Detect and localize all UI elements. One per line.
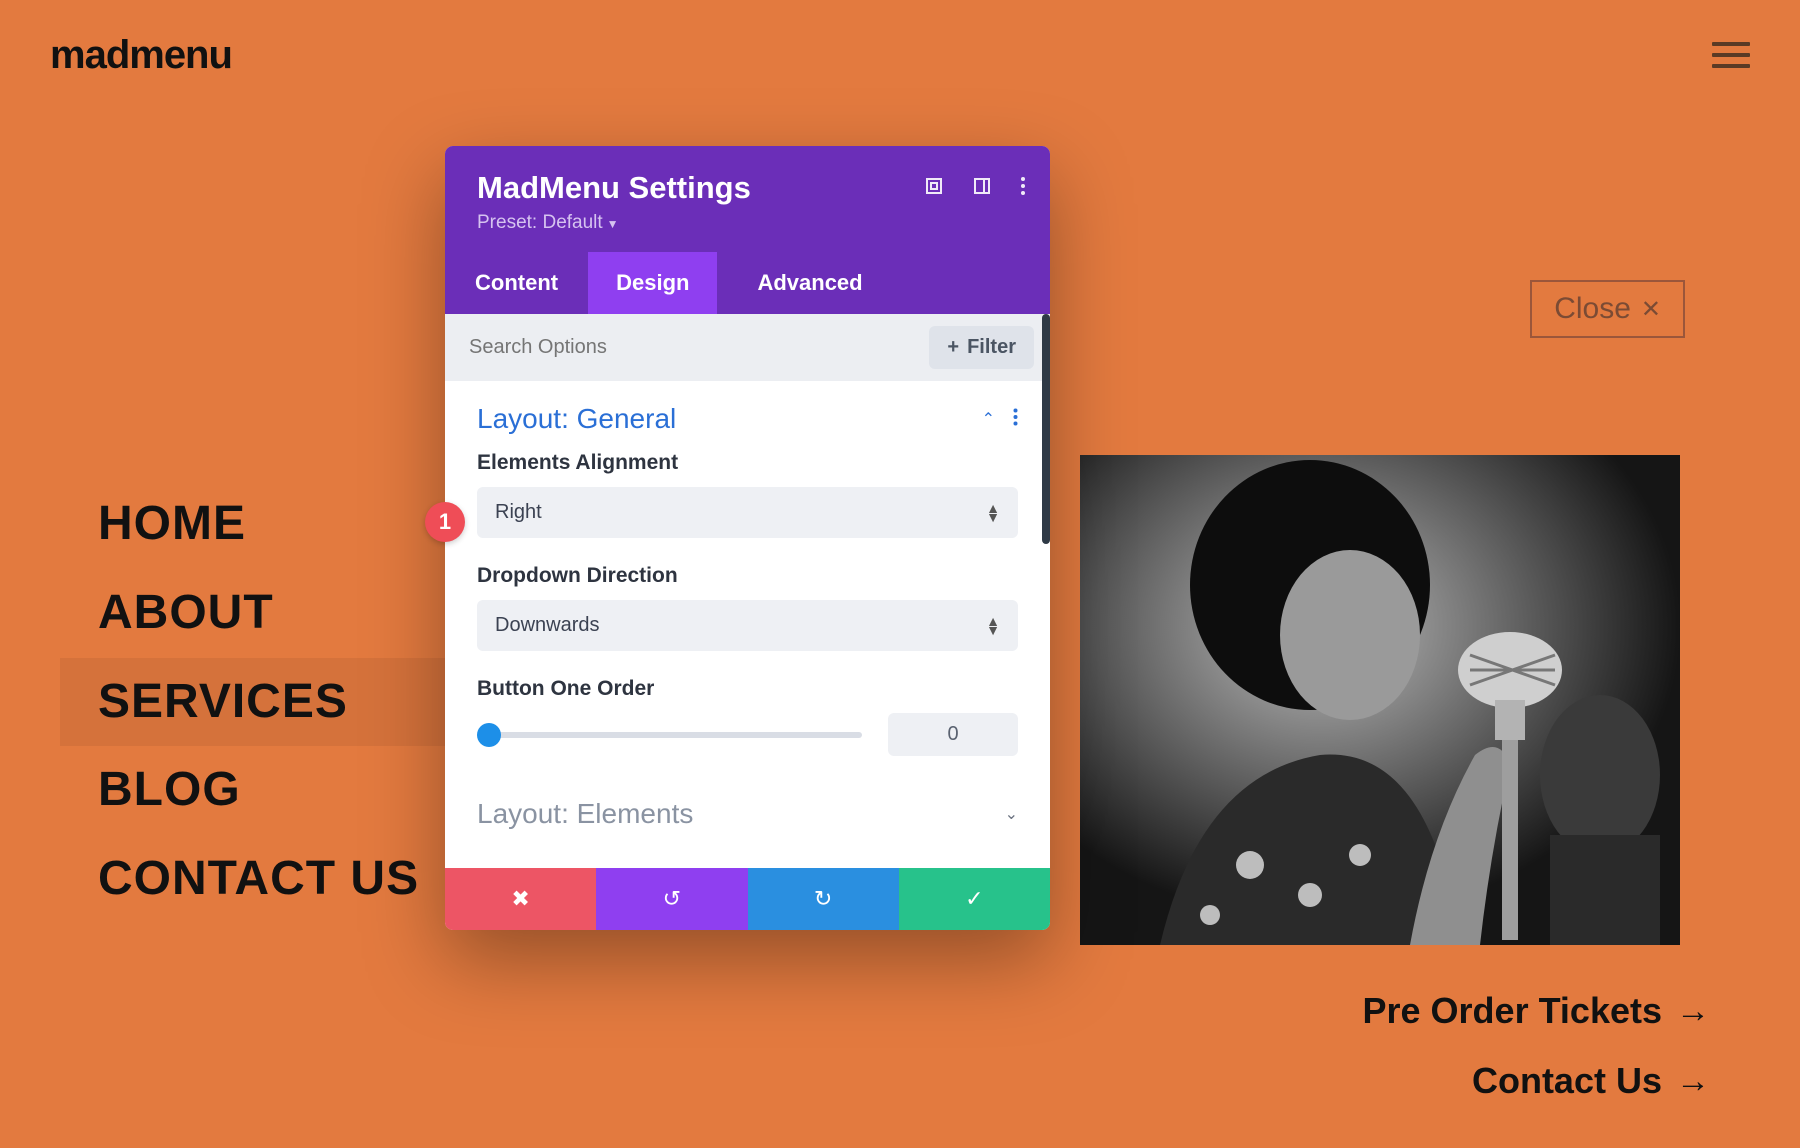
nav-item-contact[interactable]: CONTACT US xyxy=(60,835,457,924)
label-dropdown-direction: Dropdown Direction xyxy=(477,564,1018,588)
scrollbar[interactable] xyxy=(1042,314,1050,544)
section-layout-general[interactable]: Layout: General xyxy=(477,403,676,435)
nav-item-blog[interactable]: BLOG xyxy=(60,746,457,835)
modal-body: + Filter Layout: General ⌃ Elements Alig… xyxy=(445,314,1050,868)
preset-selector[interactable]: Preset: Default▼ xyxy=(477,212,1018,234)
chevron-down-icon[interactable]: ⌄ xyxy=(1005,804,1018,824)
tab-content[interactable]: Content xyxy=(445,252,588,314)
hero-photo xyxy=(1080,455,1680,945)
link-pre-order[interactable]: Pre Order Tickets → xyxy=(1363,990,1711,1032)
link-contact-us[interactable]: Contact Us → xyxy=(1472,1060,1710,1102)
select-dropdown-direction[interactable]: Downwards ▲▼ xyxy=(477,600,1018,651)
annotation-badge-1: 1 xyxy=(425,502,465,542)
tab-advanced[interactable]: Advanced xyxy=(717,252,902,314)
cta-links: Pre Order Tickets → Contact Us → xyxy=(1363,990,1711,1102)
nav-item-about[interactable]: ABOUT xyxy=(60,569,457,658)
save-button[interactable]: ✓ xyxy=(899,868,1050,930)
expand-icon[interactable] xyxy=(924,176,944,196)
plus-icon: + xyxy=(947,336,959,359)
undo-icon: ↺ xyxy=(663,886,681,912)
more-icon[interactable] xyxy=(1020,176,1026,196)
redo-icon: ↻ xyxy=(814,886,832,912)
check-icon: ✓ xyxy=(965,886,983,912)
redo-button[interactable]: ↻ xyxy=(748,868,899,930)
chevron-up-icon[interactable]: ⌃ xyxy=(982,409,995,429)
hamburger-menu-icon[interactable] xyxy=(1712,42,1750,68)
label-button-one-order: Button One Order xyxy=(477,677,1018,701)
undo-button[interactable]: ↺ xyxy=(596,868,747,930)
search-input[interactable] xyxy=(461,328,919,367)
cancel-button[interactable]: ✖ xyxy=(445,868,596,930)
modal-header: MadMenu Settings Preset: Default▼ xyxy=(445,146,1050,252)
sort-icon: ▲▼ xyxy=(986,504,1000,521)
settings-modal: MadMenu Settings Preset: Default▼ Conten… xyxy=(445,146,1050,930)
arrow-right-icon: → xyxy=(1676,992,1710,1031)
slider-button-order[interactable] xyxy=(477,732,862,738)
panel-icon[interactable] xyxy=(972,176,992,196)
nav-item-home[interactable]: HOME xyxy=(60,480,457,569)
sort-icon: ▲▼ xyxy=(986,617,1000,634)
slider-value-input[interactable]: 0 xyxy=(888,713,1018,756)
close-icon: ✖ xyxy=(511,886,529,912)
nav-item-services[interactable]: SERVICES xyxy=(60,658,457,747)
close-label: Close xyxy=(1554,292,1631,326)
filter-button[interactable]: + Filter xyxy=(929,326,1034,369)
tab-design[interactable]: Design xyxy=(588,252,717,314)
brand-logo[interactable]: madmenu xyxy=(50,33,232,78)
caret-down-icon: ▼ xyxy=(607,217,619,231)
main-nav: HOME ABOUT SERVICES BLOG CONTACT US xyxy=(60,480,457,924)
label-elements-alignment: Elements Alignment xyxy=(477,451,1018,475)
close-icon: ✕ xyxy=(1641,295,1661,324)
more-icon[interactable] xyxy=(1013,408,1018,431)
section-layout-elements[interactable]: Layout: Elements xyxy=(477,798,693,830)
modal-tabs: Content Design Advanced xyxy=(445,252,1050,314)
arrow-right-icon: → xyxy=(1676,1062,1710,1101)
select-elements-alignment[interactable]: Right ▲▼ xyxy=(477,487,1018,538)
modal-footer: ✖ ↺ ↻ ✓ xyxy=(445,868,1050,930)
close-button[interactable]: Close ✕ xyxy=(1530,280,1685,338)
slider-thumb[interactable] xyxy=(477,723,501,747)
